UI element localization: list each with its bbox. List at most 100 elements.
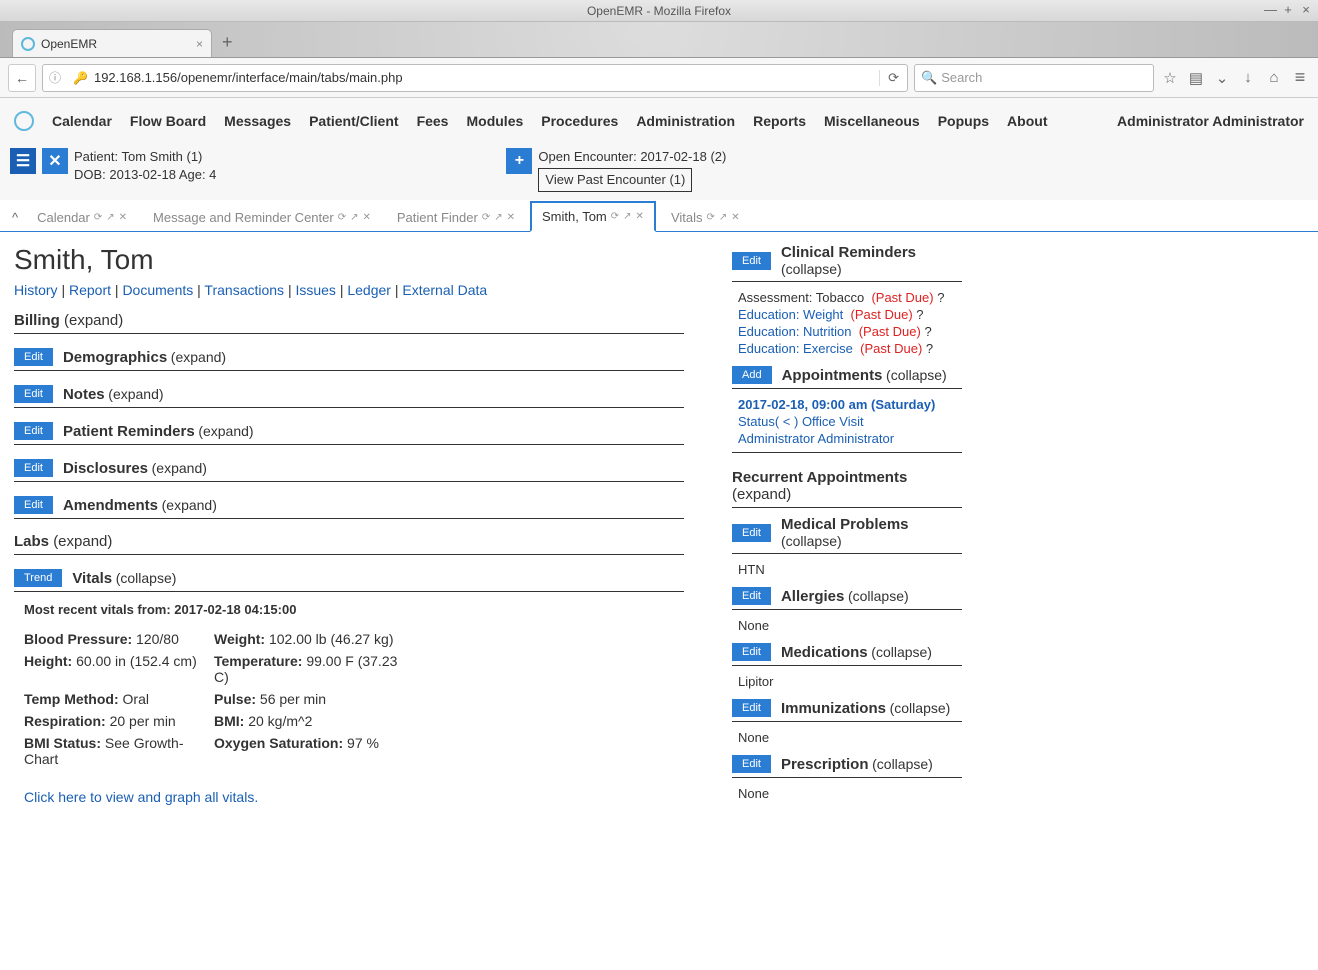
section-clinical-reminders: Edit Clinical Reminders (collapse)	[732, 244, 962, 282]
menu-procedures[interactable]: Procedures	[541, 113, 618, 129]
openemr-logo-icon	[21, 37, 35, 51]
downloads-icon[interactable]: ↓	[1238, 69, 1258, 86]
section-patient-reminders: Edit Patient Reminders (expand)	[14, 422, 684, 445]
new-encounter-button[interactable]: +	[506, 148, 532, 174]
tab-smith-tom[interactable]: Smith, Tom ⟳↗✕	[530, 201, 656, 232]
link-history[interactable]: History	[14, 282, 58, 298]
section-billing[interactable]: Billing (expand)	[14, 312, 684, 334]
menu-about[interactable]: About	[1007, 113, 1047, 129]
patient-close-button[interactable]: ✕	[42, 148, 68, 174]
tab-patient-finder[interactable]: Patient Finder ⟳↗✕	[386, 203, 526, 231]
patient-name-heading: Smith, Tom	[14, 244, 684, 276]
menu-fees[interactable]: Fees	[417, 113, 449, 129]
appointments-list: 2017-02-18, 09:00 am (Saturday) Status( …	[732, 389, 962, 446]
tab-close-icon[interactable]: ×	[196, 37, 203, 51]
past-encounter-button[interactable]: View Past Encounter (1)	[538, 168, 692, 192]
tabs-caret-icon[interactable]: ^	[8, 204, 22, 231]
edit-medical-problems-button[interactable]: Edit	[732, 524, 771, 542]
menu-patient-client[interactable]: Patient/Client	[309, 113, 398, 129]
home-icon[interactable]: ⌂	[1264, 69, 1284, 86]
menu-messages[interactable]: Messages	[224, 113, 291, 129]
edit-medications-button[interactable]: Edit	[732, 643, 771, 661]
menu-icon[interactable]: ≡	[1290, 67, 1310, 88]
vital-cell: Height: 60.00 in (152.4 cm)	[24, 653, 214, 685]
edit-allergies-button[interactable]: Edit	[732, 587, 771, 605]
section-notes: Edit Notes (expand)	[14, 385, 684, 408]
immunizations-body: None	[732, 722, 962, 745]
bookmark-icon[interactable]: ☆	[1160, 69, 1180, 87]
menu-popups[interactable]: Popups	[938, 113, 989, 129]
prescription-body: None	[732, 778, 962, 801]
menu-reports[interactable]: Reports	[753, 113, 806, 129]
browser-tab[interactable]: OpenEMR ×	[12, 29, 212, 57]
link-external-data[interactable]: External Data	[402, 282, 487, 298]
browser-toolbar: ← ⓘ 🔑 192.168.1.156/openemr/interface/ma…	[0, 58, 1318, 98]
patient-line: Patient: Tom Smith (1)	[74, 148, 216, 166]
encounter-cluster: + Open Encounter: 2017-02-18 (2) View Pa…	[506, 148, 726, 192]
allergies-body: None	[732, 610, 962, 633]
edit-clinical-reminders-button[interactable]: Edit	[732, 252, 771, 270]
section-allergies: Edit Allergies (collapse)	[732, 587, 962, 610]
refresh-icon[interactable]: ⟳	[94, 212, 102, 223]
browser-tabstrip: OpenEMR × +	[0, 22, 1318, 58]
edit-disclosures-button[interactable]: Edit	[14, 459, 53, 477]
appointment-provider[interactable]: Administrator Administrator	[738, 431, 956, 446]
back-button[interactable]: ←	[8, 64, 36, 92]
new-tab-button[interactable]: +	[222, 32, 233, 57]
close-icon[interactable]: ×	[1300, 2, 1312, 17]
menu-flow-board[interactable]: Flow Board	[130, 113, 206, 129]
vital-cell: BMI: 20 kg/m^2	[214, 713, 414, 729]
popout-icon[interactable]: ↗	[106, 212, 114, 223]
section-labs[interactable]: Labs (expand)	[14, 533, 684, 555]
reminder-item: Education: Weight (Past Due) ?	[738, 307, 956, 322]
library-icon[interactable]: ▤	[1186, 69, 1206, 87]
reminder-item: Assessment: Tobacco (Past Due) ?	[738, 290, 956, 305]
add-appointment-button[interactable]: Add	[732, 366, 772, 384]
edit-amendments-button[interactable]: Edit	[14, 496, 53, 514]
vital-cell: Temperature: 99.00 F (37.23 C)	[214, 653, 414, 685]
patient-context-bar: ☰ ✕ Patient: Tom Smith (1) DOB: 2013-02-…	[0, 144, 1318, 200]
current-user[interactable]: Administrator Administrator	[1117, 113, 1304, 129]
close-icon[interactable]: ✕	[119, 212, 127, 223]
menu-misc[interactable]: Miscellaneous	[824, 113, 920, 129]
reload-icon[interactable]: ⟳	[879, 70, 907, 86]
search-box[interactable]: 🔍 Search	[914, 64, 1154, 92]
menu-calendar[interactable]: Calendar	[52, 113, 112, 129]
clinical-reminders-list: Assessment: Tobacco (Past Due) ? Educatio…	[732, 282, 962, 356]
vital-cell: Blood Pressure: 120/80	[24, 631, 214, 647]
patient-list-button[interactable]: ☰	[10, 148, 36, 174]
vital-cell: Weight: 102.00 lb (46.27 kg)	[214, 631, 414, 647]
url-bar[interactable]: ⓘ 🔑 192.168.1.156/openemr/interface/main…	[42, 64, 908, 92]
edit-notes-button[interactable]: Edit	[14, 385, 53, 403]
appointment-date[interactable]: 2017-02-18, 09:00 am (Saturday)	[738, 397, 956, 412]
url-text: 192.168.1.156/openemr/interface/main/tab…	[94, 70, 879, 85]
patient-sublinks: History | Report | Documents | Transacti…	[14, 282, 684, 298]
menu-modules[interactable]: Modules	[466, 113, 523, 129]
vital-cell: Respiration: 20 per min	[24, 713, 214, 729]
maximize-icon[interactable]: +	[1282, 2, 1294, 17]
tab-message-center[interactable]: Message and Reminder Center ⟳↗✕	[142, 203, 382, 231]
link-report[interactable]: Report	[69, 282, 111, 298]
link-transactions[interactable]: Transactions	[204, 282, 284, 298]
view-all-vitals-link[interactable]: Click here to view and graph all vitals.	[24, 789, 674, 805]
minimize-icon[interactable]: —	[1264, 2, 1276, 17]
link-documents[interactable]: Documents	[122, 282, 193, 298]
edit-demographics-button[interactable]: Edit	[14, 348, 53, 366]
info-icon: ⓘ	[43, 69, 67, 86]
section-recurrent-appointments[interactable]: Recurrent Appointments (expand)	[732, 469, 962, 508]
edit-immunizations-button[interactable]: Edit	[732, 699, 771, 717]
link-ledger[interactable]: Ledger	[347, 282, 391, 298]
edit-patient-reminders-button[interactable]: Edit	[14, 422, 53, 440]
menu-administration[interactable]: Administration	[636, 113, 735, 129]
vitals-grid: Blood Pressure: 120/80Weight: 102.00 lb …	[24, 631, 674, 767]
section-medical-problems: Edit Medical Problems (collapse)	[732, 516, 962, 554]
pocket-icon[interactable]: ⌄	[1212, 69, 1232, 87]
appointment-status[interactable]: Status( < ) Office Visit	[738, 414, 956, 429]
trend-vitals-button[interactable]: Trend	[14, 569, 62, 587]
edit-prescription-button[interactable]: Edit	[732, 755, 771, 773]
vital-cell: BMI Status: See Growth-Chart	[24, 735, 214, 767]
tab-vitals[interactable]: Vitals ⟳↗✕	[660, 203, 751, 231]
tab-calendar[interactable]: Calendar ⟳↗✕	[26, 203, 138, 231]
vital-cell: Oxygen Saturation: 97 %	[214, 735, 414, 767]
link-issues[interactable]: Issues	[295, 282, 335, 298]
